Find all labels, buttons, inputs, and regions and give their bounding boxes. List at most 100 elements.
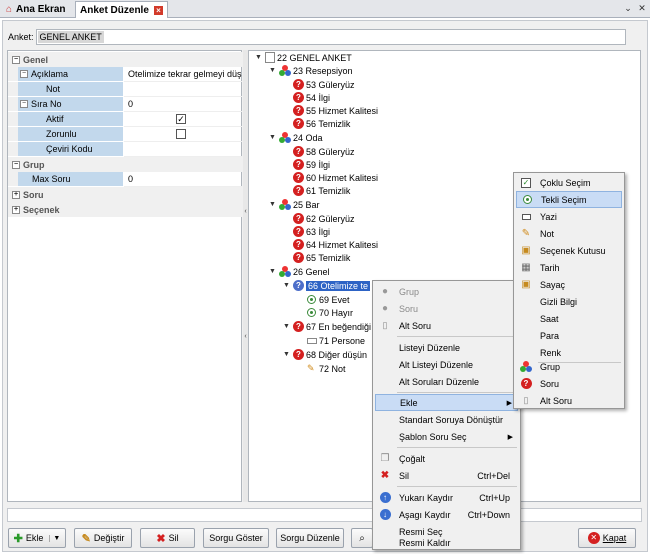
tree-node-root[interactable]: ▼ 22 GENEL ANKET xyxy=(255,51,352,64)
tree-node-question[interactable]: ? 62 Güleryüz xyxy=(293,212,355,225)
menu-item-alt-listeyi-duzenle[interactable]: Alt Listeyi Düzenle xyxy=(375,356,518,373)
tree-node-question[interactable]: ? 55 Hizmet Kalitesi xyxy=(293,104,378,117)
menu-item-grup[interactable]: ● Grup xyxy=(375,283,518,300)
collapse-icon[interactable]: ▼ xyxy=(283,282,291,289)
menu-item-listeyi-duzenle[interactable]: Listeyi Düzenle xyxy=(375,339,518,356)
submenu-item-soru[interactable]: ? Soru xyxy=(516,375,622,392)
collapse-icon[interactable]: ▼ xyxy=(269,201,277,208)
menu-item-sablon[interactable]: Şablon Soru Seç ▶ xyxy=(375,428,518,445)
submenu-item-tarih[interactable]: ▦ Tarih xyxy=(516,259,622,276)
property-sira[interactable]: − Sıra No 0 xyxy=(8,97,242,112)
tab-ana-ekran[interactable]: ⌂ Ana Ekran xyxy=(2,1,70,18)
submenu-item-secenek-kutusu[interactable]: ▣ Seçenek Kutusu xyxy=(516,242,622,259)
menu-item-resmi-kaldir[interactable]: Resmi Kaldır xyxy=(375,538,518,550)
category-soru[interactable]: + Soru xyxy=(8,187,242,202)
menu-item-soru[interactable]: ● Soru xyxy=(375,300,518,317)
submenu-item-alt-soru[interactable]: ▯ Alt Soru xyxy=(516,392,622,409)
submenu-item-tekli[interactable]: Tekli Seçim xyxy=(516,191,622,208)
chevron-down-icon[interactable]: ▼ xyxy=(49,534,60,542)
tree-node-option[interactable]: 69 Evet xyxy=(307,293,350,306)
category-secenek[interactable]: + Seçenek xyxy=(8,202,242,217)
menu-item-sil[interactable]: ✖ Sil Ctrl+Del xyxy=(375,467,518,484)
submenu-item-grup[interactable]: Grup xyxy=(516,358,622,375)
close-icon[interactable]: ✕ xyxy=(636,2,648,14)
expand-icon[interactable]: + xyxy=(12,205,20,214)
tree-node-option[interactable]: 70 Hayır xyxy=(307,306,353,319)
property-value[interactable]: 0 xyxy=(124,97,242,112)
collapse-icon[interactable]: ▼ xyxy=(283,351,291,358)
close-icon[interactable]: × xyxy=(153,5,163,15)
tree-node-group[interactable]: ▼ 23 Resepsiyon xyxy=(269,64,353,77)
menu-item-ekle[interactable]: Ekle ▶ xyxy=(375,394,518,411)
aktif-checkbox[interactable]: ✓ xyxy=(176,114,186,124)
tree-node-question-selected[interactable]: ▼ ? 66 Otelimize te xyxy=(283,279,371,292)
zorunlu-checkbox[interactable] xyxy=(176,129,186,139)
anket-field[interactable]: GENEL ANKET xyxy=(35,29,626,45)
menu-item-standart[interactable]: Standart Soruya Dönüştür xyxy=(375,411,518,428)
collapse-icon[interactable]: ▼ xyxy=(269,67,277,74)
tab-anket-duzenle[interactable]: Anket Düzenle × xyxy=(75,1,168,18)
property-value[interactable] xyxy=(124,82,242,97)
tree-node-group[interactable]: ▼ 25 Bar xyxy=(269,198,320,211)
collapse-icon[interactable]: ▼ xyxy=(269,268,277,275)
close-button[interactable]: ✕ Kapat xyxy=(578,528,636,548)
collapse-icon[interactable]: ▼ xyxy=(283,323,291,330)
menu-item-alt-sorulari-duzenle[interactable]: Alt Soruları Düzenle xyxy=(375,373,518,390)
chevron-down-icon[interactable]: ⌄ xyxy=(622,2,634,14)
property-not[interactable]: Not xyxy=(8,82,242,97)
show-query-button[interactable]: Sorgu Göster xyxy=(203,528,269,548)
menu-item-yukari[interactable]: ↑ Yukarı Kaydır Ctrl+Up xyxy=(375,489,518,506)
tree-node-question[interactable]: ? 54 İlgi xyxy=(293,91,330,104)
menu-item-alt-soru[interactable]: ▯ Alt Soru xyxy=(375,317,518,334)
submenu-item-saat[interactable]: Saat xyxy=(516,310,622,327)
menu-item-cogalt[interactable]: ❐ Çoğalt xyxy=(375,450,518,467)
expand-icon[interactable]: + xyxy=(12,190,20,199)
tree-node-group[interactable]: ▼ 24 Oda xyxy=(269,131,323,144)
tree-node-group[interactable]: ▼ 26 Genel xyxy=(269,265,330,278)
tree-node-question[interactable]: ? 61 Temizlik xyxy=(293,184,350,197)
tree-node-question[interactable]: ? 59 İlgi xyxy=(293,158,330,171)
delete-button[interactable]: ✖ Sil xyxy=(140,528,195,548)
category-grup[interactable]: − Grup xyxy=(8,157,242,172)
submenu-item-coklu[interactable]: ✓ Çoklu Seçim xyxy=(516,174,622,191)
tree-node-option[interactable]: ✎ 72 Not xyxy=(307,362,346,375)
property-aciklama[interactable]: − Açıklama Otelimize tekrar gelmeyi düş xyxy=(8,67,242,82)
tree-node-question[interactable]: ? 58 Güleryüz xyxy=(293,145,355,158)
edit-button[interactable]: ✎ Değiştir xyxy=(74,528,132,548)
edit-query-button[interactable]: Sorgu Düzenle xyxy=(276,528,344,548)
property-ceviri[interactable]: Çeviri Kodu xyxy=(8,142,242,157)
property-value: ✓ xyxy=(124,112,242,127)
add-button[interactable]: ✚ Ekle ▼ xyxy=(8,528,66,548)
collapse-icon[interactable]: − xyxy=(20,70,28,78)
submenu-item-sayac[interactable]: ▣ Sayaç xyxy=(516,276,622,293)
tree-node-question[interactable]: ? 53 Güleryüz xyxy=(293,78,355,91)
question-icon: ? xyxy=(293,321,304,332)
tree-node-question[interactable]: ? 60 Hizmet Kalitesi xyxy=(293,171,378,184)
menu-item-asagi[interactable]: ↓ Aşagı Kaydır Ctrl+Down xyxy=(375,506,518,523)
submenu-item-gizli[interactable]: Gizli Bilgi xyxy=(516,293,622,310)
collapse-icon[interactable]: ▼ xyxy=(255,54,263,61)
search-button[interactable]: ⌕ xyxy=(351,528,373,548)
collapse-icon[interactable]: ▼ xyxy=(269,134,277,141)
submenu-item-para[interactable]: Para xyxy=(516,327,622,344)
node-label: 68 Diğer düşün xyxy=(306,349,368,360)
tree-node-question[interactable]: ? 64 Hizmet Kalitesi xyxy=(293,238,378,251)
submenu-item-yazi[interactable]: Yazi xyxy=(516,208,622,225)
property-aktif[interactable]: Aktif ✓ xyxy=(8,112,242,127)
tree-node-option[interactable]: 71 Persone xyxy=(307,334,365,347)
tree-node-question[interactable]: ▼ ? 67 En beğendiği xyxy=(283,320,371,333)
property-value[interactable] xyxy=(124,142,242,157)
collapse-icon[interactable]: − xyxy=(12,55,20,64)
property-max-soru[interactable]: Max Soru 0 xyxy=(8,172,242,187)
submenu-item-not[interactable]: ✎ Not xyxy=(516,225,622,242)
collapse-icon[interactable]: − xyxy=(12,160,20,169)
category-genel[interactable]: − Genel xyxy=(8,52,242,67)
tree-node-question[interactable]: ? 65 Temizlik xyxy=(293,251,350,264)
property-value[interactable]: 0 xyxy=(124,172,242,187)
property-zorunlu[interactable]: Zorunlu xyxy=(8,127,242,142)
property-value[interactable]: Otelimize tekrar gelmeyi düş xyxy=(124,67,242,82)
tree-node-question[interactable]: ? 56 Temizlik xyxy=(293,117,350,130)
collapse-icon[interactable]: − xyxy=(20,100,28,108)
tree-node-question[interactable]: ? 63 İlgi xyxy=(293,225,330,238)
tree-node-question[interactable]: ▼ ? 68 Diğer düşün xyxy=(283,348,367,361)
